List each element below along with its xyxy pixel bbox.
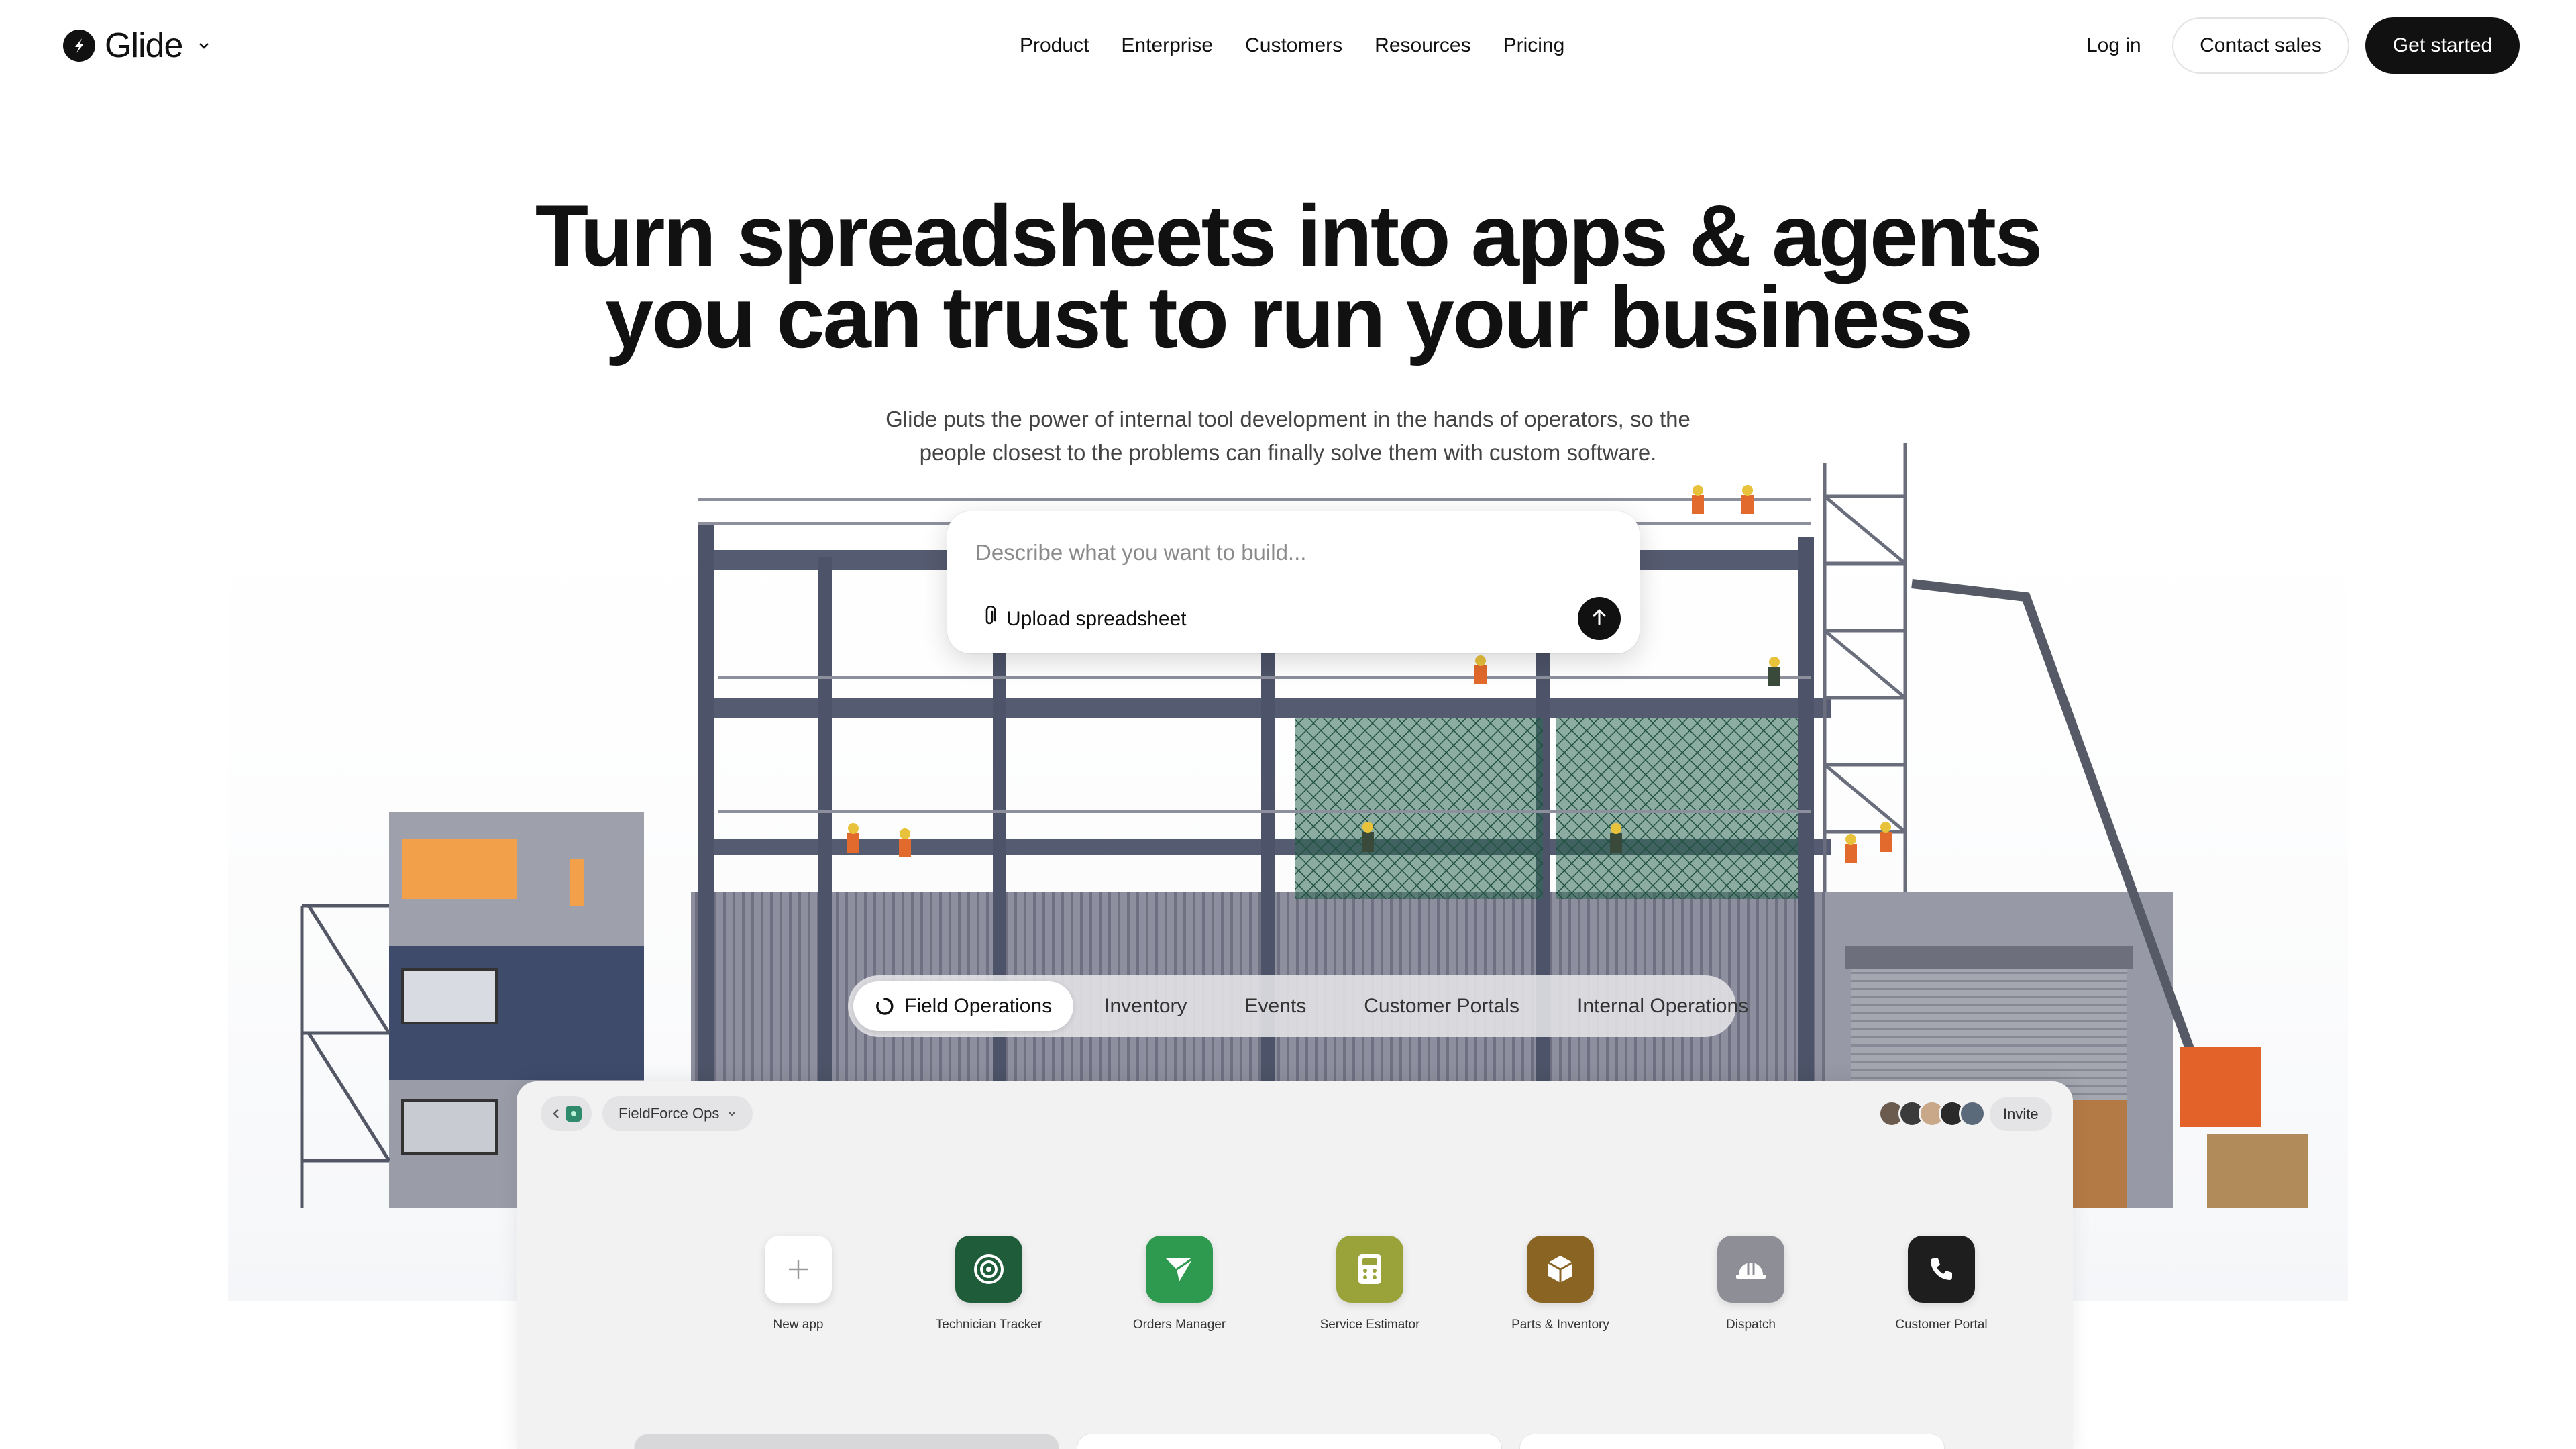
app-preview-window: FieldForce Ops Invite New app Technician…	[517, 1081, 2073, 1449]
app-label: Dispatch	[1726, 1318, 1776, 1332]
app-label: Service Estimator	[1320, 1318, 1420, 1332]
arrow-up-icon	[1589, 607, 1609, 631]
collaborator-avatars	[1878, 1100, 1986, 1127]
app-grid: New app Technician Tracker Orders Manage…	[517, 1236, 2073, 1343]
radar-icon	[955, 1236, 1022, 1303]
preview-card	[1077, 1434, 1501, 1449]
contact-sales-button[interactable]: Contact sales	[2172, 17, 2349, 74]
hero-title-line-2: you can trust to run your business	[604, 268, 1973, 366]
glide-logo-icon	[63, 30, 95, 62]
plus-icon	[765, 1236, 832, 1303]
upload-spreadsheet-label: Upload spreadsheet	[1006, 608, 1187, 630]
hero-subtitle-line-1: Glide puts the power of internal tool de…	[885, 407, 1690, 431]
hardhat-icon	[1717, 1236, 1784, 1303]
upload-spreadsheet-button[interactable]: Upload spreadsheet	[981, 602, 1187, 636]
app-label: Parts & Inventory	[1511, 1318, 1609, 1332]
app-dispatch[interactable]: Dispatch	[1670, 1236, 1831, 1332]
app-customer-portal[interactable]: Customer Portal	[1861, 1236, 2022, 1332]
box-icon	[1527, 1236, 1594, 1303]
get-started-button[interactable]: Get started	[2365, 17, 2520, 74]
send-icon	[1146, 1236, 1213, 1303]
tab-internal-operations[interactable]: Internal Operations	[1550, 981, 1775, 1031]
workspace-dropdown[interactable]: FieldForce Ops	[602, 1096, 753, 1131]
phone-icon	[1908, 1236, 1975, 1303]
tab-inventory[interactable]: Inventory	[1077, 981, 1214, 1031]
hero-subtitle-line-2: people closest to the problems can final…	[919, 440, 1657, 465]
app-service-estimator[interactable]: Service Estimator	[1289, 1236, 1450, 1332]
app-new[interactable]: New app	[718, 1236, 879, 1332]
submit-button[interactable]	[1578, 597, 1621, 640]
loading-spinner-icon	[875, 996, 895, 1016]
workspace-logo-icon	[566, 1106, 582, 1122]
nav-link-customers[interactable]: Customers	[1245, 34, 1342, 57]
chevron-left-icon	[553, 1109, 559, 1118]
preview-card	[635, 1434, 1059, 1449]
calculator-icon	[1336, 1236, 1403, 1303]
nav-link-resources[interactable]: Resources	[1375, 34, 1470, 57]
build-prompt-input[interactable]	[975, 534, 1579, 572]
tab-field-operations-label: Field Operations	[904, 995, 1053, 1017]
avatar	[1959, 1100, 1986, 1127]
app-technician-tracker[interactable]: Technician Tracker	[908, 1236, 1069, 1332]
hero-subtitle: Glide puts the power of internal tool de…	[865, 402, 1711, 470]
chevron-down-icon[interactable]	[195, 36, 213, 55]
app-label: Customer Portal	[1895, 1318, 1988, 1332]
use-case-tabs: Field Operations Inventory Events Custom…	[848, 975, 1748, 1037]
login-link[interactable]: Log in	[2086, 30, 2141, 62]
chevron-down-icon	[729, 1112, 736, 1116]
top-nav: Glide Product Enterprise Customers Resou…	[0, 0, 2576, 91]
nav-links: Product Enterprise Customers Resources P…	[1020, 30, 1564, 62]
preview-card	[1520, 1434, 1944, 1449]
logo-text: Glide	[105, 26, 183, 65]
app-label: Orders Manager	[1132, 1318, 1226, 1332]
paperclip-icon	[981, 605, 998, 633]
back-button[interactable]	[541, 1096, 592, 1131]
invite-button[interactable]: Invite	[1990, 1097, 2052, 1131]
app-orders-manager[interactable]: Orders Manager	[1099, 1236, 1260, 1332]
app-parts-inventory[interactable]: Parts & Inventory	[1480, 1236, 1641, 1332]
nav-link-enterprise[interactable]: Enterprise	[1121, 34, 1213, 57]
tab-customer-portals[interactable]: Customer Portals	[1337, 981, 1546, 1031]
workspace-name: FieldForce Ops	[619, 1105, 720, 1122]
app-label: Technician Tracker	[935, 1318, 1042, 1332]
nav-link-pricing[interactable]: Pricing	[1503, 34, 1565, 57]
tab-events[interactable]: Events	[1218, 981, 1334, 1031]
app-label: New app	[773, 1318, 824, 1332]
glide-logo[interactable]: Glide	[63, 26, 213, 65]
hero-title: Turn spreadsheets into apps & agents you…	[0, 192, 2576, 361]
nav-link-product[interactable]: Product	[1020, 34, 1089, 57]
build-prompt-box: Upload spreadsheet	[947, 511, 1640, 653]
tab-field-operations[interactable]: Field Operations	[853, 981, 1074, 1031]
